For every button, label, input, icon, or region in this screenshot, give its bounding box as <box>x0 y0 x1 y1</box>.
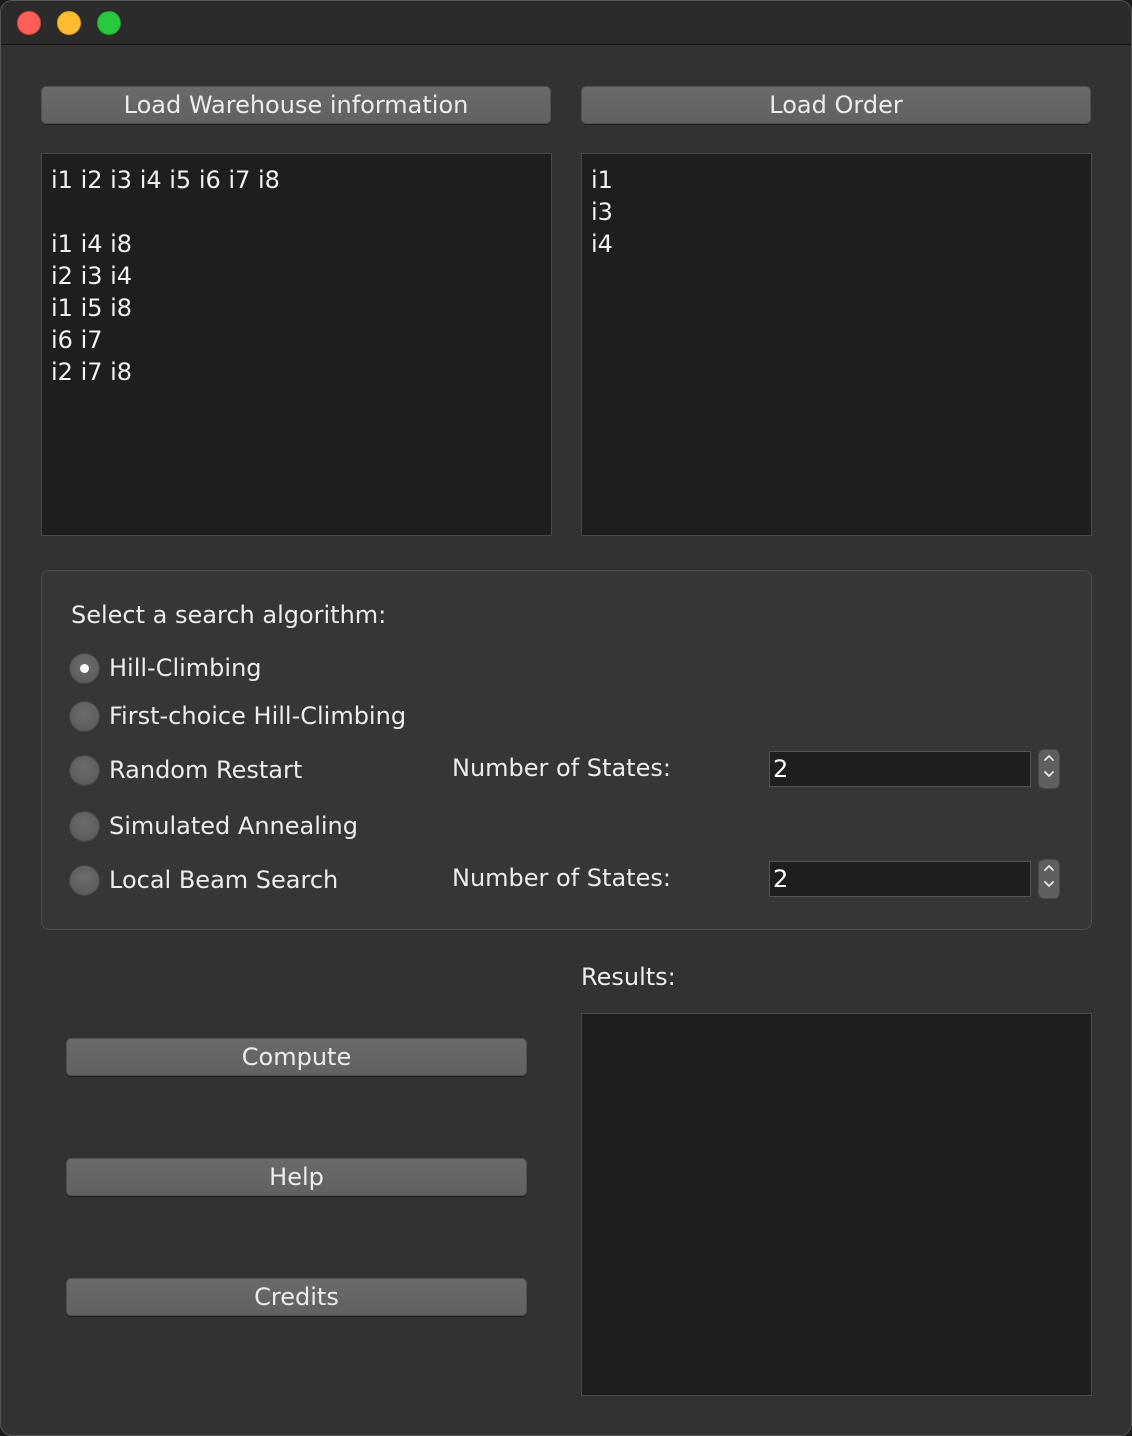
help-button[interactable]: Help <box>66 1158 527 1196</box>
close-window-button[interactable] <box>17 11 41 35</box>
chevron-up-icon[interactable] <box>1038 753 1060 769</box>
load-order-button[interactable]: Load Order <box>581 86 1091 124</box>
order-text-area[interactable]: i1 i3 i4 <box>581 153 1092 536</box>
results-text-area[interactable] <box>581 1013 1092 1396</box>
radio-label: Simulated Annealing <box>109 812 358 840</box>
compute-button[interactable]: Compute <box>66 1038 527 1076</box>
title-bar <box>1 1 1131 45</box>
zoom-window-button[interactable] <box>97 11 121 35</box>
radio-label: Hill-Climbing <box>109 654 262 682</box>
radio-button[interactable] <box>69 864 100 896</box>
chevron-down-icon[interactable] <box>1038 879 1060 895</box>
algorithm-prompt: Select a search algorithm: <box>71 601 387 629</box>
radio-button-selected[interactable] <box>69 652 100 684</box>
app-window: Load Warehouse information Load Order i1… <box>0 0 1132 1436</box>
radio-first-choice-hill-climbing[interactable]: First-choice Hill-Climbing <box>69 699 406 733</box>
load-warehouse-button[interactable]: Load Warehouse information <box>41 86 551 124</box>
radio-button[interactable] <box>69 754 100 786</box>
radio-hill-climbing[interactable]: Hill-Climbing <box>69 651 262 685</box>
random-restart-states-stepper[interactable] <box>1038 749 1060 789</box>
random-restart-states-label: Number of States: <box>452 754 671 782</box>
results-label: Results: <box>581 963 676 991</box>
chevron-up-icon[interactable] <box>1038 863 1060 879</box>
radio-random-restart[interactable]: Random Restart <box>69 753 302 787</box>
beam-states-stepper[interactable] <box>1038 859 1060 899</box>
random-restart-states-input[interactable]: 2 <box>769 751 1031 787</box>
radio-button[interactable] <box>69 700 100 732</box>
credits-button[interactable]: Credits <box>66 1278 527 1316</box>
warehouse-text-area[interactable]: i1 i2 i3 i4 i5 i6 i7 i8 i1 i4 i8 i2 i3 i… <box>41 153 552 536</box>
radio-label: First-choice Hill-Climbing <box>109 702 407 730</box>
radio-local-beam-search[interactable]: Local Beam Search <box>69 863 338 897</box>
chevron-down-icon[interactable] <box>1038 769 1060 785</box>
radio-simulated-annealing[interactable]: Simulated Annealing <box>69 809 358 843</box>
beam-states-label: Number of States: <box>452 864 671 892</box>
radio-button[interactable] <box>69 810 100 842</box>
beam-states-input[interactable]: 2 <box>769 861 1031 897</box>
minimize-window-button[interactable] <box>57 11 81 35</box>
radio-label: Random Restart <box>109 756 303 784</box>
radio-label: Local Beam Search <box>109 866 339 894</box>
